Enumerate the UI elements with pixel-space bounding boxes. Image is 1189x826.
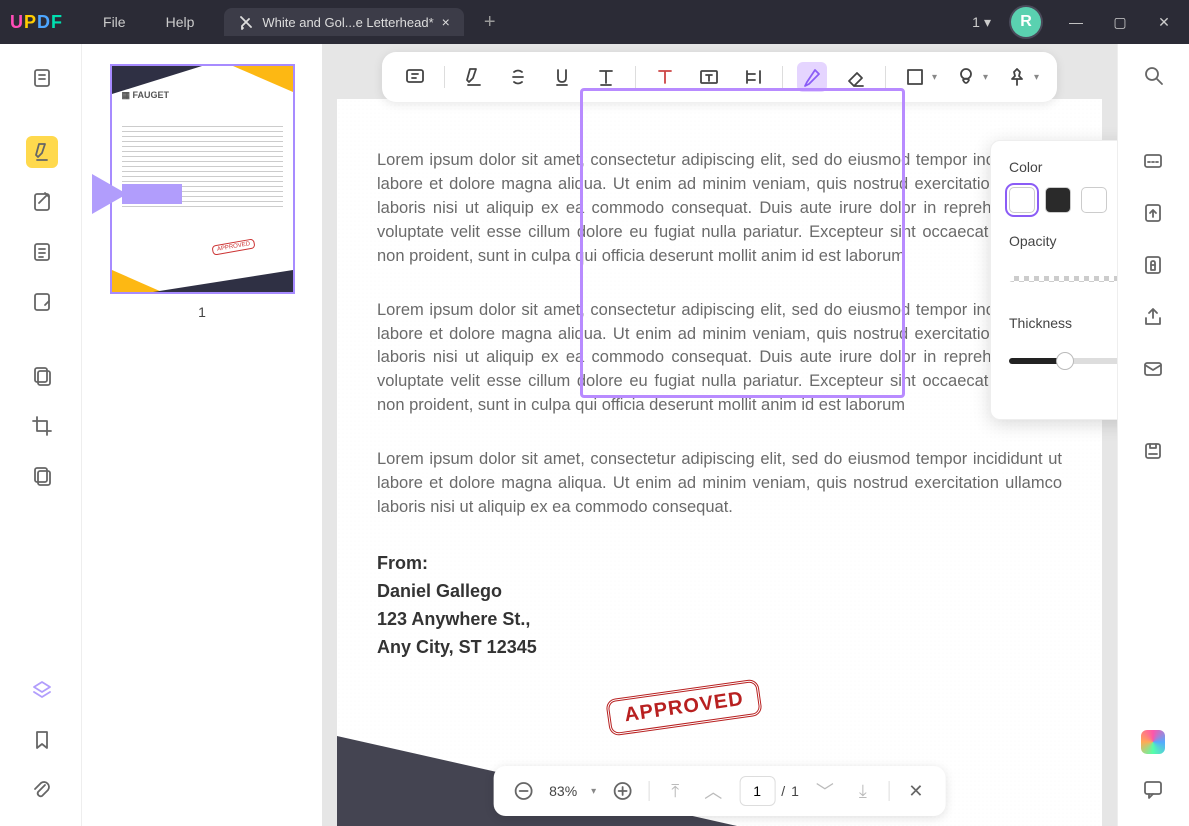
- text-callout-icon[interactable]: [650, 62, 680, 92]
- minimize-button[interactable]: —: [1061, 14, 1091, 31]
- textbox-icon[interactable]: [694, 62, 724, 92]
- paragraph-1: Lorem ipsum dolor sit amet, consectetur …: [377, 149, 1062, 269]
- from-addr1: 123 Anywhere St.,: [377, 606, 1062, 634]
- paragraph-3: Lorem ipsum dolor sit amet, consectetur …: [377, 448, 1062, 520]
- shapes-dropdown[interactable]: ▾: [900, 62, 937, 92]
- share-icon[interactable]: [1142, 306, 1164, 334]
- form-icon[interactable]: [26, 236, 58, 268]
- status-bar: 83%▾ ⤒ ︿ / 1 ﹀ ⤓ ✕: [493, 766, 946, 816]
- annotation-toolbar: ▾ ▾ ▾: [322, 52, 1117, 102]
- square-icon: [900, 62, 930, 92]
- close-button[interactable]: ✕: [1149, 14, 1179, 31]
- right-sidebar: [1117, 44, 1187, 826]
- pin-icon: [1002, 62, 1032, 92]
- close-statusbar-button[interactable]: ✕: [904, 779, 928, 803]
- page-input[interactable]: [739, 776, 775, 806]
- window-count[interactable]: 1▾: [972, 14, 991, 31]
- strikethrough-icon[interactable]: [503, 62, 533, 92]
- ocr-icon[interactable]: [1142, 150, 1164, 178]
- email-icon[interactable]: [1142, 358, 1164, 386]
- zoom-out-button[interactable]: [511, 779, 535, 803]
- app-logo: UPDF: [10, 12, 63, 33]
- thumbnail-page-number: 1: [102, 304, 302, 320]
- pencil-icon[interactable]: [797, 62, 827, 92]
- approved-stamp: APPROVED: [605, 678, 763, 736]
- prev-page-button[interactable]: ︿: [701, 779, 725, 803]
- opacity-slider[interactable]: [1009, 276, 1117, 282]
- left-sidebar: [2, 44, 82, 826]
- layers-icon[interactable]: [26, 674, 58, 706]
- zoom-dropdown[interactable]: 83%▾: [549, 783, 596, 799]
- menu-help[interactable]: Help: [166, 14, 195, 30]
- opacity-label: Opacity: [1009, 233, 1117, 249]
- highlighter-icon[interactable]: [26, 136, 58, 168]
- zoom-in-button[interactable]: [610, 779, 634, 803]
- new-tab-button[interactable]: +: [484, 11, 496, 34]
- underline-icon[interactable]: [547, 62, 577, 92]
- from-name: Daniel Gallego: [377, 578, 1062, 606]
- pencil-properties-popover: Color Opacity 100%▾ Thickness 11pt▾: [990, 140, 1117, 420]
- last-page-button[interactable]: ⤓: [851, 779, 875, 803]
- protect-icon[interactable]: [1142, 254, 1164, 282]
- paragraph-2: Lorem ipsum dolor sit amet, consectetur …: [377, 299, 1062, 419]
- main-menu: File Help: [103, 14, 194, 30]
- bookmark-icon[interactable]: [26, 724, 58, 756]
- from-label: From:: [377, 550, 1062, 578]
- document-page[interactable]: Lorem ipsum dolor sit amet, consectetur …: [337, 99, 1102, 826]
- page-edit-icon[interactable]: [26, 286, 58, 318]
- search-icon[interactable]: [1142, 64, 1164, 92]
- document-tab[interactable]: White and Gol...e Letterhead* ×: [224, 8, 463, 36]
- organize-icon[interactable]: [26, 360, 58, 392]
- tutorial-arrow-icon: [92, 174, 162, 214]
- menu-file[interactable]: File: [103, 14, 126, 30]
- reader-icon[interactable]: [26, 62, 58, 94]
- pin-dropdown[interactable]: ▾: [1002, 62, 1039, 92]
- chat-icon[interactable]: [1142, 778, 1164, 806]
- highlight-icon[interactable]: [459, 62, 489, 92]
- thickness-slider[interactable]: [1009, 358, 1117, 364]
- tab-title: White and Gol...e Letterhead*: [262, 15, 433, 30]
- convert-icon[interactable]: [1142, 202, 1164, 230]
- first-page-button[interactable]: ⤒: [663, 779, 687, 803]
- comment-icon[interactable]: [400, 62, 430, 92]
- color-label: Color: [1009, 159, 1117, 175]
- thumbnail-panel: ▦ FAUGET APPROVED 1: [82, 44, 322, 826]
- color-white2[interactable]: [1081, 187, 1107, 213]
- from-block: From: Daniel Gallego 123 Anywhere St., A…: [377, 550, 1062, 662]
- color-white[interactable]: [1009, 187, 1035, 213]
- crop-icon[interactable]: [26, 410, 58, 442]
- sticker-icon: [951, 62, 981, 92]
- text-tool-icon[interactable]: [591, 62, 621, 92]
- color-swatches: [1009, 187, 1117, 213]
- ai-icon[interactable]: [1141, 730, 1165, 754]
- maximize-button[interactable]: ▢: [1105, 14, 1135, 31]
- next-page-button[interactable]: ﹀: [813, 779, 837, 803]
- from-addr2: Any City, ST 12345: [377, 634, 1062, 662]
- eraser-icon[interactable]: [841, 62, 871, 92]
- save-icon[interactable]: [1142, 440, 1164, 468]
- user-avatar[interactable]: R: [1009, 5, 1043, 39]
- stamp-dropdown[interactable]: ▾: [951, 62, 988, 92]
- pencil-off-icon: [238, 14, 254, 30]
- attachment-icon[interactable]: [26, 774, 58, 806]
- color-black[interactable]: [1045, 187, 1071, 213]
- page-indicator: / 1: [739, 776, 799, 806]
- title-bar: UPDF File Help White and Gol...e Letterh…: [0, 0, 1189, 44]
- compress-icon[interactable]: [26, 460, 58, 492]
- page-total: 1: [791, 783, 799, 799]
- edit-text-icon[interactable]: [26, 186, 58, 218]
- document-area: ▾ ▾ ▾ Lorem ipsum dolor sit amet, consec…: [322, 44, 1117, 826]
- text-format-icon[interactable]: [738, 62, 768, 92]
- close-tab-button[interactable]: ×: [442, 14, 450, 30]
- thickness-label: Thickness: [1009, 315, 1117, 331]
